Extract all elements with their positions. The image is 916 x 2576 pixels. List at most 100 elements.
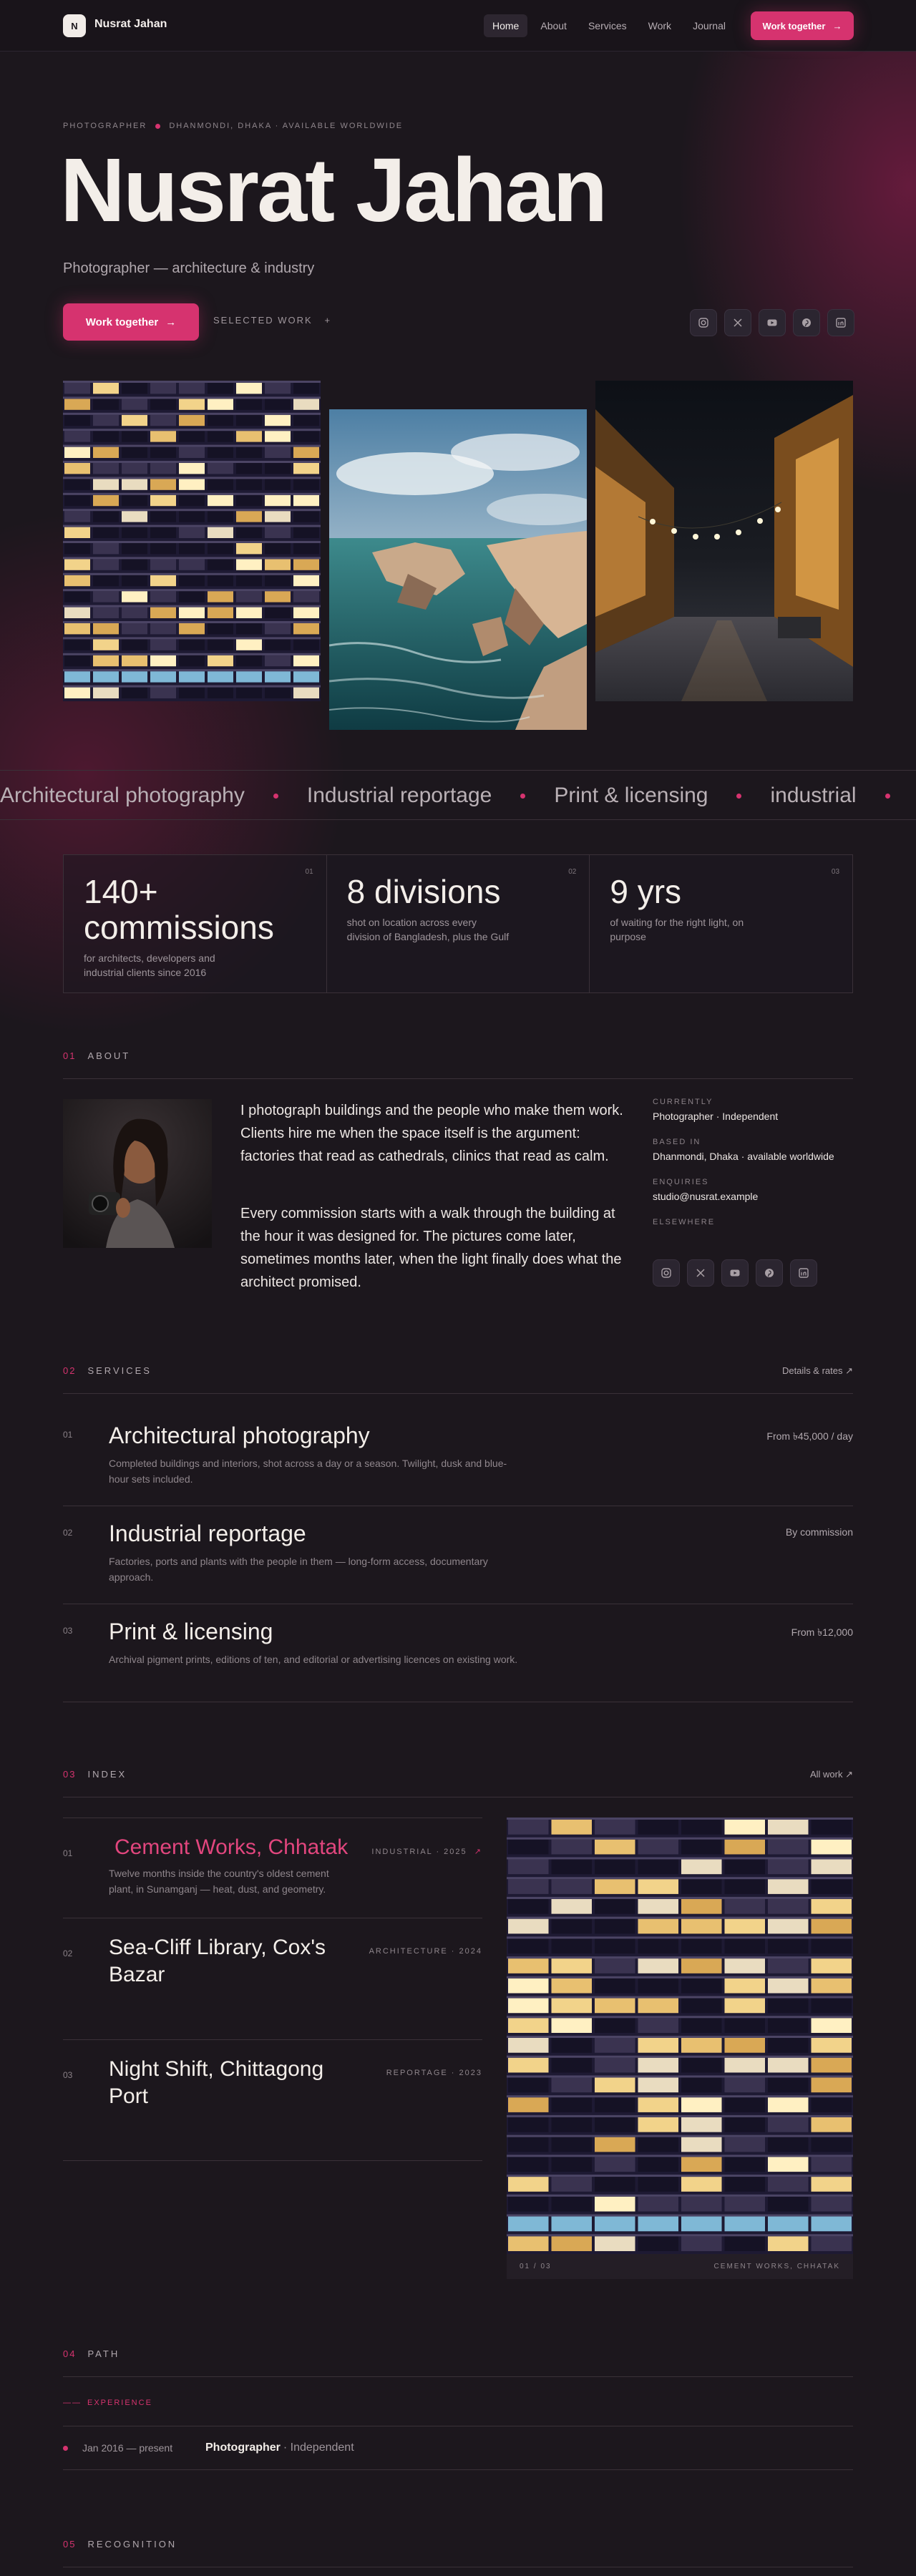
service-row[interactable]: 01 Architectural photography Completed b… bbox=[63, 1408, 853, 1506]
experience-label-text: EXPERIENCE bbox=[87, 2399, 152, 2407]
index-preview-caption: 01 / 03 CEMENT WORKS, CHHATAK bbox=[507, 2254, 853, 2279]
status-dot-icon bbox=[155, 123, 161, 129]
experience-row: Jan 2016 — present Photographer · Indepe… bbox=[63, 2426, 853, 2470]
dash-icon: —— bbox=[63, 2399, 82, 2407]
services-marquee: Architectural photography Industrial rep… bbox=[0, 770, 916, 820]
eyebrow-role: PHOTOGRAPHER bbox=[63, 122, 147, 130]
nav-link-services[interactable]: Services bbox=[580, 14, 635, 37]
service-title: Print & licensing bbox=[109, 1619, 273, 1644]
index-title: Night Shift, Chittagong Port bbox=[109, 2057, 324, 2108]
experience-org: · Independent bbox=[283, 2441, 354, 2454]
section-number: 02 bbox=[63, 1365, 77, 1376]
eyebrow-location: DHANMONDI, DHAKA · AVAILABLE WORLDWIDE bbox=[169, 122, 404, 130]
index-section-header: 03 INDEX All work ↗ bbox=[63, 1769, 853, 1797]
index-preview-photo[interactable] bbox=[507, 1818, 853, 2279]
nav-link-work[interactable]: Work bbox=[640, 14, 680, 37]
marquee-dot-icon bbox=[885, 793, 890, 799]
stat-card: 01 140+ commissions for architects, deve… bbox=[64, 855, 327, 992]
instagram-icon[interactable] bbox=[653, 1259, 680, 1287]
x-icon[interactable] bbox=[724, 309, 751, 336]
selected-work-label: SELECTED WORK bbox=[213, 315, 313, 326]
pinterest-icon[interactable] bbox=[793, 309, 820, 336]
hero-title: Nusrat Jahan bbox=[60, 140, 608, 240]
nav-link-home[interactable]: Home bbox=[484, 14, 528, 37]
about-paragraph-1: I photograph buildings and the people wh… bbox=[240, 1103, 623, 1164]
linkedin-icon[interactable] bbox=[827, 309, 854, 336]
fact-label: BASED IN bbox=[653, 1138, 701, 1146]
service-row[interactable]: 02 Industrial reportage Factories, ports… bbox=[63, 1506, 853, 1604]
service-row[interactable]: 03 Print & licensing Archival pigment pr… bbox=[63, 1604, 853, 1702]
section-label: RECOGNITION bbox=[87, 2539, 177, 2550]
stat-index: 01 bbox=[305, 868, 313, 876]
about-section-header: 01 ABOUT bbox=[63, 1050, 853, 1079]
hero-eyebrow: PHOTOGRAPHER DHANMONDI, DHAKA · AVAILABL… bbox=[63, 122, 403, 130]
hero-social-links bbox=[690, 309, 854, 336]
photo-sea-cliffs[interactable] bbox=[329, 409, 587, 730]
all-work-link[interactable]: All work ↗ bbox=[810, 1769, 853, 1780]
service-title: Industrial reportage bbox=[109, 1521, 306, 1546]
service-number: 01 bbox=[63, 1430, 73, 1440]
index-item[interactable]: 03 Night Shift, Chittagong Port REPORTAG… bbox=[63, 2039, 482, 2161]
preview-title: CEMENT WORKS, CHHATAK bbox=[713, 2263, 840, 2270]
marquee-dot-icon bbox=[520, 793, 526, 799]
index-number: 02 bbox=[63, 1948, 73, 1958]
marquee-item: industrial bbox=[770, 784, 857, 807]
service-price: From ৳45,000 / day bbox=[766, 1430, 853, 1442]
service-title: Architectural photography bbox=[109, 1423, 370, 1448]
x-icon[interactable] bbox=[687, 1259, 714, 1287]
nav-work-together-button[interactable]: Work together → bbox=[751, 11, 854, 40]
photo-building-windows[interactable] bbox=[63, 381, 321, 701]
service-price: By commission bbox=[785, 1526, 853, 1538]
details-rates-link[interactable]: Details & rates ↗ bbox=[782, 1365, 853, 1377]
index-meta: REPORTAGE · 2023 bbox=[386, 2069, 482, 2077]
brand-name[interactable]: Nusrat Jahan bbox=[94, 18, 167, 31]
service-description: Completed buildings and interiors, shot … bbox=[109, 1458, 507, 1485]
stat-number: 8 divisions bbox=[346, 873, 501, 910]
logo-mark[interactable]: N bbox=[63, 14, 86, 37]
index-meta-text: INDUSTRIAL · 2025 bbox=[371, 1848, 467, 1856]
experience-role: Photographer bbox=[205, 2441, 281, 2454]
stat-number: 9 yrs bbox=[610, 873, 682, 910]
path-section-header: 04 PATH bbox=[63, 2348, 853, 2377]
service-price: From ৳12,000 bbox=[791, 1626, 853, 1638]
fact-value: Dhanmondi, Dhaka · available worldwide bbox=[653, 1151, 834, 1162]
section-label: SERVICES bbox=[87, 1365, 152, 1376]
section-label: PATH bbox=[87, 2348, 120, 2359]
enquiries-email-link[interactable]: studio@nusrat.example bbox=[653, 1191, 853, 1202]
service-number: 03 bbox=[63, 1626, 73, 1636]
hero-work-together-button[interactable]: Work together → bbox=[63, 303, 199, 341]
pinterest-icon[interactable] bbox=[756, 1259, 783, 1287]
index-item[interactable]: 02 Sea-Cliff Library, Cox's Bazar ARCHIT… bbox=[63, 1918, 482, 2039]
index-number: 03 bbox=[63, 2070, 73, 2080]
stat-card: 03 9 yrs of waiting for the right light,… bbox=[590, 855, 852, 992]
stat-index: 03 bbox=[831, 868, 840, 876]
hero-subtitle: Photographer — architecture & industry bbox=[63, 260, 315, 276]
stat-card: 02 8 divisions shot on location across e… bbox=[327, 855, 590, 992]
nav-link-journal[interactable]: Journal bbox=[684, 14, 734, 37]
linkedin-icon[interactable] bbox=[790, 1259, 817, 1287]
youtube-icon[interactable] bbox=[759, 309, 786, 336]
index-meta: INDUSTRIAL · 2025 ↗ bbox=[371, 1847, 482, 1856]
marquee-dot-icon bbox=[273, 793, 278, 799]
marquee-dot-icon bbox=[736, 793, 742, 799]
fact-label: CURRENTLY bbox=[653, 1098, 713, 1106]
arrow-right-icon: → bbox=[165, 316, 177, 328]
photo-night-street[interactable] bbox=[595, 381, 853, 701]
youtube-icon[interactable] bbox=[721, 1259, 749, 1287]
stat-index: 02 bbox=[568, 868, 577, 876]
selected-work-link[interactable]: SELECTED WORK + bbox=[213, 315, 331, 326]
service-description: Archival pigment prints, editions of ten… bbox=[109, 1654, 518, 1665]
marquee-item: Architectural photography bbox=[0, 784, 245, 807]
service-description: Factories, ports and plants with the peo… bbox=[109, 1556, 488, 1583]
about-paragraph-2: Every commission starts with a walk thro… bbox=[240, 1206, 622, 1290]
recognition-section-header: 05 RECOGNITION bbox=[63, 2539, 853, 2567]
marquee-item: Print & licensing bbox=[554, 784, 708, 807]
fact-label: ENQUIRIES bbox=[653, 1178, 709, 1186]
timeline-dot-icon bbox=[63, 2445, 68, 2451]
arrow-right-icon: → bbox=[832, 20, 842, 31]
stats-panel: 01 140+ commissions for architects, deve… bbox=[63, 854, 853, 993]
nav-link-about[interactable]: About bbox=[532, 14, 575, 37]
section-number: 01 bbox=[63, 1050, 77, 1061]
about-facts: CURRENTLY Photographer · Independent BAS… bbox=[653, 1098, 853, 1231]
instagram-icon[interactable] bbox=[690, 309, 717, 336]
